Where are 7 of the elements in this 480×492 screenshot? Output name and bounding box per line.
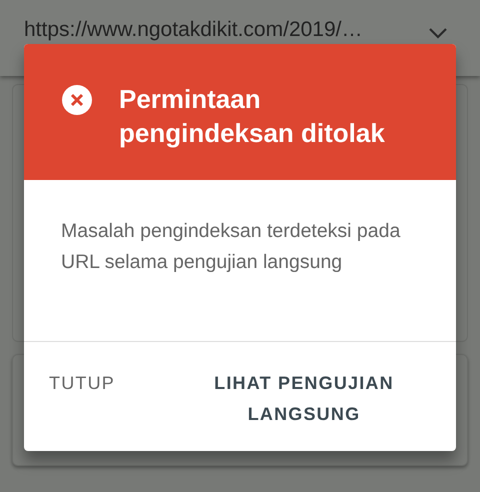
chevron-down-icon[interactable] — [428, 27, 448, 39]
close-button[interactable]: TUTUP — [49, 368, 149, 399]
error-icon — [62, 85, 92, 115]
url-text: https://www.ngotakdikit.com/2019/… — [24, 18, 362, 42]
dialog-title: Permintaan pengindeksan ditolak — [119, 83, 386, 150]
dialog-message: Masalah pengindeksan terdeteksi pada URL selama pengujian langsung — [61, 220, 400, 273]
view-test-button[interactable]: LIHAT PENGUJIAN LANGSUNG — [189, 368, 419, 430]
